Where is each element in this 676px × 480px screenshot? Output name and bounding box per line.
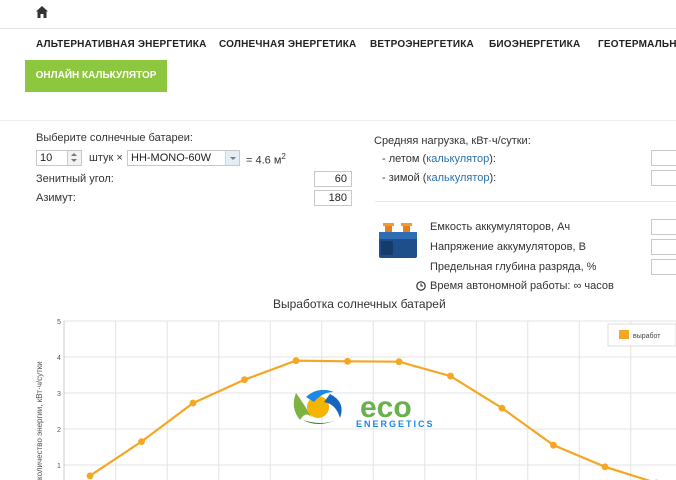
data-point[interactable] bbox=[601, 463, 609, 471]
y-tick-label: 3 bbox=[57, 391, 61, 398]
panels-label: Выберите солнечные батареи: bbox=[36, 132, 193, 144]
y-axis-title: количество энергии, кВт·ч/сутки bbox=[35, 361, 44, 480]
summer-suffix: ): bbox=[489, 153, 496, 165]
data-point[interactable] bbox=[498, 404, 506, 412]
chevron-down-icon bbox=[230, 157, 236, 160]
main-nav: АЛЬТЕРНАТИВНАЯ ЭНЕРГЕТИКА СОЛНЕЧНАЯ ЭНЕР… bbox=[0, 28, 676, 60]
panel-model-select[interactable]: HH-MONO-60W bbox=[127, 150, 240, 166]
panel-area-value: = 4.6 м bbox=[246, 154, 282, 167]
production-chart: количество энергии, кВт·ч/сутки 1 2 3 4 5 ec… bbox=[35, 319, 676, 480]
winter-prefix: - зимой ( bbox=[382, 172, 427, 184]
stepper-buttons bbox=[67, 151, 81, 165]
panel-model-value: HH-MONO-60W bbox=[131, 152, 212, 164]
summer-load-label: - летом (калькулятор): bbox=[382, 153, 496, 165]
summer-prefix: - летом ( bbox=[382, 153, 427, 165]
data-point[interactable] bbox=[447, 372, 454, 380]
zenith-label: Зенитный угол: bbox=[36, 173, 114, 185]
data-point[interactable] bbox=[241, 376, 248, 384]
online-calculator-button[interactable]: ОНЛАЙН КАЛЬКУЛЯТОР bbox=[25, 60, 167, 92]
legend-swatch bbox=[619, 330, 629, 339]
stepper-up-icon[interactable] bbox=[71, 153, 77, 156]
battery-voltage-label: Напряжение аккумуляторов, В bbox=[430, 241, 586, 253]
panel-area: = 4.6 м2 bbox=[246, 152, 286, 167]
energetics-brand-text: ENERGETICS bbox=[356, 419, 435, 429]
summer-load-input[interactable] bbox=[651, 150, 676, 166]
y-tick-label: 2 bbox=[57, 427, 61, 434]
winter-calculator-link[interactable]: калькулятор bbox=[426, 172, 489, 184]
nav-item-solar-energy[interactable]: СОЛНЕЧНАЯ ЭНЕРГЕТИКА bbox=[219, 29, 356, 61]
clock-icon bbox=[416, 281, 426, 291]
load-title: Средняя нагрузка, кВт·ч/сутки: bbox=[374, 135, 531, 147]
nav-item-geothermal[interactable]: ГЕОТЕРМАЛЬНА bbox=[598, 29, 676, 61]
azimuth-input[interactable]: 180 bbox=[314, 190, 352, 206]
autonomy-time-text: Время автономной работы: ∞ часов bbox=[430, 280, 614, 292]
zenith-input[interactable]: 60 bbox=[314, 171, 352, 187]
home-icon[interactable] bbox=[35, 5, 49, 19]
data-point[interactable] bbox=[550, 441, 557, 449]
battery-voltage-input[interactable] bbox=[651, 239, 676, 255]
winter-load-label: - зимой (калькулятор): bbox=[382, 172, 496, 184]
panel-count-value: 10 bbox=[40, 152, 53, 164]
discharge-depth-input[interactable] bbox=[651, 259, 676, 275]
discharge-depth-label: Предельная глубина разряда, % bbox=[430, 261, 597, 273]
data-point[interactable] bbox=[292, 357, 300, 364]
select-arrow-box bbox=[225, 151, 239, 165]
unit-label: штук × bbox=[89, 152, 123, 164]
right-divider bbox=[375, 201, 676, 202]
winter-suffix: ): bbox=[489, 172, 497, 184]
data-point[interactable] bbox=[189, 399, 197, 407]
data-point[interactable] bbox=[395, 358, 403, 366]
autonomy-time: Время автономной работы: ∞ часов bbox=[416, 280, 614, 292]
battery-capacity-input[interactable] bbox=[651, 219, 676, 235]
y-tick-labels: 1 2 3 4 5 bbox=[57, 319, 61, 470]
legend[interactable]: выработ bbox=[607, 323, 676, 347]
data-point[interactable] bbox=[344, 357, 351, 365]
y-tick-label: 1 bbox=[57, 463, 61, 470]
nav-item-alternative-energy[interactable]: АЛЬТЕРНАТИВНАЯ ЭНЕРГЕТИКА bbox=[36, 29, 207, 61]
battery-icon bbox=[379, 223, 417, 258]
eco-logo-icon bbox=[293, 389, 342, 424]
area-unit-exponent: 2 bbox=[281, 152, 286, 161]
y-tick-label: 4 bbox=[57, 355, 61, 362]
y-tick-label: 5 bbox=[57, 319, 61, 326]
stepper-down-icon[interactable] bbox=[71, 159, 77, 162]
data-point[interactable] bbox=[138, 438, 145, 445]
data-point[interactable] bbox=[86, 472, 94, 480]
nav-item-wind-energy[interactable]: ВЕТРОЭНЕРГЕТИКА bbox=[370, 29, 474, 61]
legend-label: выработ bbox=[633, 332, 661, 340]
section-divider bbox=[0, 120, 676, 121]
azimuth-label: Азимут: bbox=[36, 192, 76, 204]
battery-capacity-label: Емкость аккумуляторов, Ач bbox=[430, 221, 571, 233]
nav-item-bioenergy[interactable]: БИОЭНЕРГЕТИКА bbox=[489, 29, 580, 61]
panel-count-stepper[interactable]: 10 bbox=[36, 150, 82, 166]
summer-calculator-link[interactable]: калькулятор bbox=[426, 153, 489, 165]
winter-load-input[interactable] bbox=[651, 170, 676, 186]
eco-energetics-watermark: eco ENERGETICS bbox=[293, 389, 435, 429]
